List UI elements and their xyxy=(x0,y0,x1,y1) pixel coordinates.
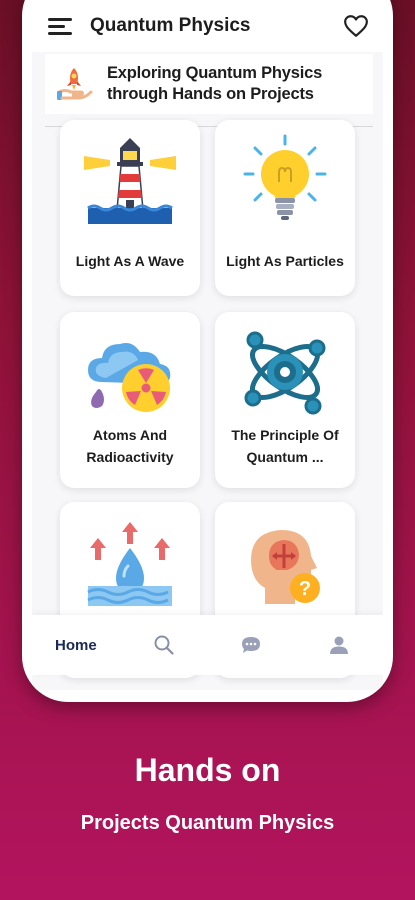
caption-title: Hands on xyxy=(134,752,281,788)
app-title: Quantum Physics xyxy=(90,15,251,36)
svg-text:?: ? xyxy=(299,578,311,600)
water-drop-icon xyxy=(87,522,172,606)
nav-chat[interactable] xyxy=(208,615,296,675)
light-bulb-icon xyxy=(243,134,327,220)
card-atoms-and-radioactivity[interactable]: Atoms And Radioactivity xyxy=(60,312,200,488)
card-label: Light As Particles xyxy=(226,253,344,269)
banner-text: Exploring Quantum Physics through Hands … xyxy=(107,63,322,105)
card-label-line-1: The Principle Of xyxy=(231,427,339,443)
card-principle-of-quantum[interactable]: The Principle Of Quantum ... xyxy=(215,312,355,488)
top-app-bar: Quantum Physics xyxy=(32,0,383,52)
app-screen: Quantum Physics Exploring Quantum Physic… xyxy=(32,0,383,690)
banner-line-2: through Hands on Projects xyxy=(107,85,314,103)
card-light-as-a-wave[interactable]: Light As A Wave xyxy=(60,120,200,296)
head-question-icon: ? xyxy=(251,530,320,604)
cloud-radiation-icon xyxy=(88,343,171,412)
nav-search[interactable] xyxy=(120,615,208,675)
nav-profile[interactable] xyxy=(295,615,383,675)
phone-frame: Quantum Physics Exploring Quantum Physic… xyxy=(22,0,393,702)
menu-icon[interactable] xyxy=(48,16,74,36)
heart-icon[interactable] xyxy=(343,14,369,38)
card-label: Atoms And Radioactivity xyxy=(66,424,194,468)
atom-icon xyxy=(244,331,326,415)
intro-banner: Exploring Quantum Physics through Hands … xyxy=(45,54,373,114)
hand-rocket-icon xyxy=(57,68,93,100)
lighthouse-icon xyxy=(84,138,176,224)
nav-home[interactable]: Home xyxy=(32,615,120,675)
profile-icon xyxy=(330,636,349,654)
caption-subtitle: Projects Quantum Physics xyxy=(80,812,335,834)
card-light-as-particles[interactable]: Light As Particles xyxy=(215,120,355,296)
banner-line-1: Exploring Quantum Physics xyxy=(107,64,323,82)
card-label-line-2: Quantum ... xyxy=(246,449,324,465)
card-label-line-1: Atoms And xyxy=(92,427,168,443)
chat-icon xyxy=(242,637,261,653)
card-label-line-2: Radioactivity xyxy=(86,449,174,465)
search-icon xyxy=(154,635,174,655)
bottom-navigation: Home xyxy=(32,615,383,675)
nav-home-label: Home xyxy=(55,636,97,654)
card-label: Light As A Wave xyxy=(75,253,185,269)
card-label: The Principle Of Quantum ... xyxy=(221,424,349,468)
